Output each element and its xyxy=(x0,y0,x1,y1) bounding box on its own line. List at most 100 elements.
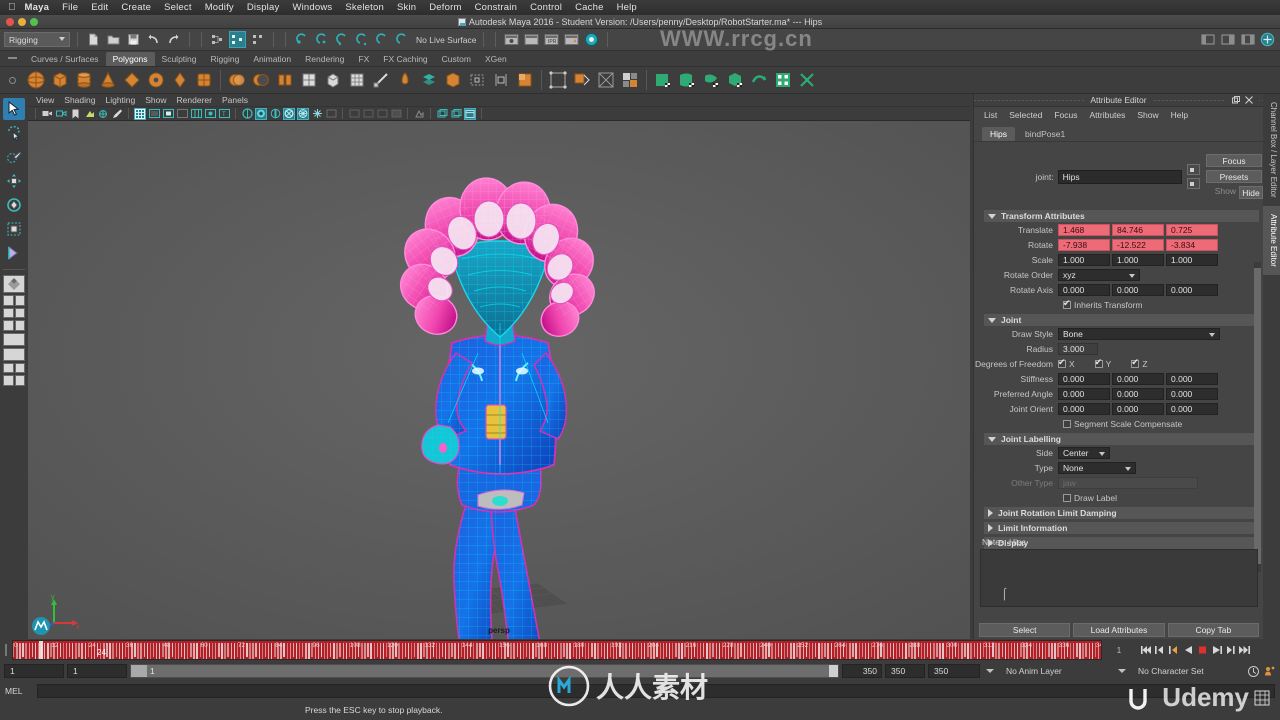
rotate-y-input[interactable]: -12.522 xyxy=(1112,239,1164,251)
scale-tool-icon[interactable] xyxy=(3,218,25,240)
redo-icon[interactable] xyxy=(165,31,182,48)
notes-textarea[interactable]: ⌠ xyxy=(980,549,1258,607)
wireframe-shading-icon[interactable] xyxy=(134,107,146,120)
show-hide-attribute-editor-icon[interactable] xyxy=(1219,31,1236,48)
snap-curve-icon[interactable] xyxy=(313,31,330,48)
viewport-menu-renderer[interactable]: Renderer xyxy=(177,95,212,105)
xray-mode-icon[interactable] xyxy=(297,107,309,120)
shelf-tab-fx-caching[interactable]: FX Caching xyxy=(376,52,434,66)
select-button[interactable]: Select xyxy=(979,623,1071,637)
quad-draw-icon[interactable] xyxy=(369,68,393,92)
shelf-tab-xgen[interactable]: XGen xyxy=(478,52,514,66)
joint-orient-y-input[interactable]: 0.000 xyxy=(1112,403,1164,415)
playback-speed-input[interactable]: 350 xyxy=(928,664,980,678)
anim-layer-chevron-icon[interactable] xyxy=(983,664,997,678)
play-forwards-icon[interactable] xyxy=(1210,643,1223,657)
show-hide-channel-box-icon[interactable] xyxy=(1259,31,1276,48)
mirror-geometry-icon[interactable] xyxy=(465,68,489,92)
open-scene-icon[interactable] xyxy=(105,31,122,48)
mirror-skin-weights-icon[interactable] xyxy=(795,68,819,92)
scale-y-input[interactable]: 1.000 xyxy=(1112,254,1164,266)
grid-toggle-icon[interactable] xyxy=(348,108,360,120)
extrude-icon[interactable] xyxy=(321,68,345,92)
segment-scale-compensate-checkbox[interactable] xyxy=(1063,419,1071,428)
viewport-menu-panels[interactable]: Panels xyxy=(222,95,248,105)
snap-grid-icon[interactable] xyxy=(293,31,310,48)
anim-layer-selector[interactable]: No Anim Layer xyxy=(1000,664,1112,678)
preferred-angle-y-input[interactable]: 0.000 xyxy=(1112,388,1164,400)
playback-start-input[interactable]: 1 xyxy=(67,664,127,678)
inherits-transform-checkbox[interactable] xyxy=(1063,298,1071,309)
shelf-options-icon[interactable] xyxy=(0,76,24,84)
rotate-order-dropdown[interactable]: xyz xyxy=(1058,269,1140,281)
motion-blur-icon[interactable] xyxy=(241,108,253,120)
combine-icon[interactable] xyxy=(273,68,297,92)
vtab-channel-box-layer-editor[interactable]: Channel Box / Layer Editor xyxy=(1263,94,1280,206)
viewport-menu-show[interactable]: Show xyxy=(145,95,166,105)
boolean-union-icon[interactable] xyxy=(225,68,249,92)
show-hide-modeling-toolkit-icon[interactable] xyxy=(1199,31,1216,48)
timeline-current-time-indicator[interactable] xyxy=(39,641,43,659)
boolean-difference-icon[interactable] xyxy=(249,68,273,92)
save-scene-icon[interactable] xyxy=(125,31,142,48)
rotate-tool-icon[interactable] xyxy=(3,194,25,216)
hide-button[interactable]: Hide xyxy=(1239,186,1263,199)
rotate-z-input[interactable]: -3.834 xyxy=(1166,239,1218,251)
panel-zoom-in-icon[interactable] xyxy=(436,108,448,120)
scale-x-input[interactable]: 1.000 xyxy=(1058,254,1110,266)
go-to-end-icon[interactable] xyxy=(1238,643,1251,657)
panel-toggle-icon[interactable] xyxy=(464,107,476,120)
draw-label-checkbox[interactable] xyxy=(1063,493,1071,502)
persp-graph-layout-icon[interactable] xyxy=(3,347,25,361)
polygon-cube-icon[interactable] xyxy=(48,68,72,92)
copy-skin-weights-icon[interactable] xyxy=(747,68,771,92)
dof-x-checkbox[interactable] xyxy=(1058,357,1066,368)
multisample-aa-icon[interactable] xyxy=(269,108,281,120)
viewport-menu-shading[interactable]: Shading xyxy=(64,95,95,105)
wireframe-on-shaded-icon[interactable] xyxy=(176,108,188,120)
menu-item-windows[interactable]: Windows xyxy=(292,2,332,13)
joint-orient-x-input[interactable]: 0.000 xyxy=(1058,403,1110,415)
last-tool-used-icon[interactable] xyxy=(3,242,25,264)
image-plane-icon[interactable] xyxy=(83,108,95,120)
joint-orient-z-input[interactable]: 0.000 xyxy=(1166,403,1218,415)
ae-menu-list[interactable]: List xyxy=(984,110,997,120)
menu-item-modify[interactable]: Modify xyxy=(205,2,234,13)
move-tool-icon[interactable] xyxy=(3,170,25,192)
two-d-pan-zoom-icon[interactable] xyxy=(97,108,109,120)
smooth-bind-icon[interactable] xyxy=(675,68,699,92)
uv-unfold-icon[interactable] xyxy=(594,68,618,92)
side-dropdown[interactable]: Center xyxy=(1058,447,1110,459)
open-render-view-icon[interactable] xyxy=(503,31,520,48)
sculpt-tool-icon[interactable] xyxy=(393,68,417,92)
select-tool-icon[interactable] xyxy=(3,98,25,120)
menu-item-deform[interactable]: Deform xyxy=(429,2,461,13)
copy-tab-button[interactable]: Copy Tab xyxy=(1167,623,1259,637)
close-icon[interactable] xyxy=(1245,96,1253,104)
uv-layout-icon[interactable] xyxy=(618,68,642,92)
tab-hips[interactable]: Hips xyxy=(982,127,1016,141)
preferred-angle-x-input[interactable]: 0.000 xyxy=(1058,388,1110,400)
ae-menu-attributes[interactable]: Attributes xyxy=(1089,110,1125,120)
translate-z-input[interactable]: 0.725 xyxy=(1166,224,1218,236)
character-set-chevron-icon[interactable] xyxy=(1115,664,1129,678)
render-current-frame-icon[interactable] xyxy=(523,31,540,48)
shelf-tab-custom[interactable]: Custom xyxy=(435,52,478,66)
paint-skin-weights-icon[interactable] xyxy=(723,68,747,92)
rotate-x-input[interactable]: -7.938 xyxy=(1058,239,1110,251)
stop-playback-icon[interactable] xyxy=(1196,643,1209,657)
auto-keyframe-icon[interactable] xyxy=(1263,664,1276,678)
gate-mask-icon[interactable] xyxy=(390,108,402,120)
ipr-render-icon[interactable]: IPR xyxy=(543,31,560,48)
menu-item-skin[interactable]: Skin xyxy=(397,2,416,13)
polygon-cone-icon[interactable] xyxy=(96,68,120,92)
hypershade-icon[interactable] xyxy=(583,31,600,48)
dof-y-checkbox[interactable] xyxy=(1094,357,1103,368)
snap-view-plane-icon[interactable] xyxy=(373,31,390,48)
persp-uv-layout-icon[interactable] xyxy=(3,375,25,386)
stiffness-z-input[interactable]: 0.000 xyxy=(1166,373,1218,385)
translate-x-input[interactable]: 1.468 xyxy=(1058,224,1110,236)
shelf-tab-curves-surfaces[interactable]: Curves / Surfaces xyxy=(24,52,106,66)
rotate-axis-x-input[interactable]: 0.000 xyxy=(1058,284,1110,296)
uv-editor-icon[interactable] xyxy=(513,68,537,92)
